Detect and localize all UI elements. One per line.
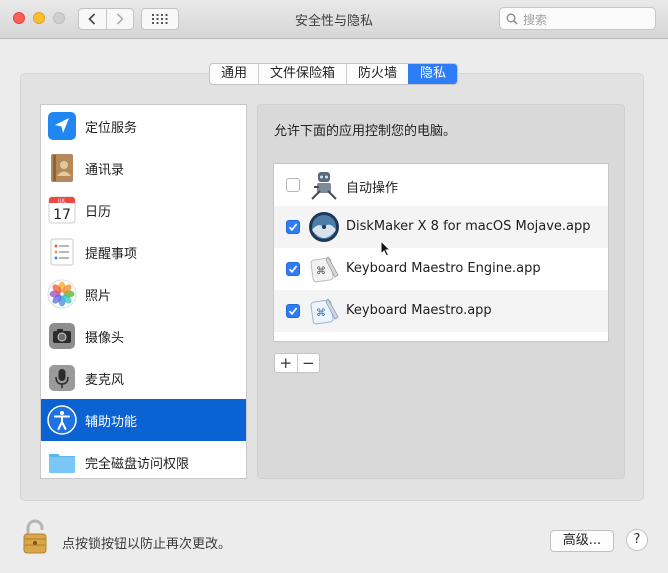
contacts-book-icon [51, 154, 73, 182]
checkmark-icon [288, 223, 298, 232]
title-bar: 安全性与隐私 搜索 [0, 0, 668, 39]
svg-text:⌘: ⌘ [316, 308, 326, 319]
sidebar-item-calendar[interactable]: JUL 17 日历 [41, 189, 246, 231]
sidebar-item-label: 辅助功能 [85, 415, 138, 430]
preferences-window: 安全性与隐私 搜索 通用 文件保险箱 防火墙 隐私 定位服务 通讯录 JUL 1… [0, 0, 668, 573]
app-list[interactable]: 自动操作 DiskMaker X 8 for macOS Mojave.app … [273, 163, 609, 342]
automator-robot-icon [311, 172, 337, 200]
lock-hint-text: 点按锁按钮以防止再次更改。 [62, 537, 232, 552]
app-name: Keyboard Maestro.app [346, 303, 492, 318]
help-button[interactable]: ? [626, 529, 648, 551]
sidebar-item-label: 通讯录 [85, 163, 125, 178]
sidebar-item-location[interactable]: 定位服务 [41, 105, 246, 147]
app-row-automator[interactable]: 自动操作 [274, 164, 608, 206]
folder-icon [49, 454, 75, 473]
advanced-button[interactable]: 高级... [550, 530, 614, 552]
mojave-disk-icon [309, 212, 339, 242]
app-name: Keyboard Maestro Engine.app [346, 261, 541, 276]
calendar-month: JUL [57, 199, 66, 205]
calendar-day: 17 [53, 207, 71, 223]
sidebar-item-label: 定位服务 [85, 121, 138, 136]
keyboard-maestro-engine-icon: ⌘ [310, 256, 339, 283]
mouse-pointer-icon [380, 240, 391, 257]
tab-firewall[interactable]: 防火墙 [346, 64, 408, 84]
checkmark-icon [288, 307, 298, 316]
sidebar-item-label: 完全磁盘访问权限 [85, 457, 190, 472]
app-row-keyboard-maestro-engine[interactable]: ⌘ Keyboard Maestro Engine.app [274, 248, 608, 290]
search-placeholder: 搜索 [523, 13, 548, 27]
location-arrow-icon [48, 112, 76, 140]
tab-privacy[interactable]: 隐私 [408, 64, 458, 84]
app-name: 自动操作 [346, 181, 399, 196]
app-checkbox[interactable] [286, 220, 300, 234]
microphone-icon [49, 365, 75, 391]
permission-description: 允许下面的应用控制您的电脑。 [274, 124, 457, 139]
search-field[interactable]: 搜索 [499, 7, 656, 30]
tab-general[interactable]: 通用 [210, 64, 258, 84]
sidebar-item-label: 照片 [85, 289, 112, 304]
remove-app-button[interactable]: − [296, 354, 320, 372]
privacy-category-list: 定位服务 通讯录 JUL 17 日历 提醒事项 照片 摄像头 麦克风 辅助功能 … [40, 104, 247, 479]
reminders-list-icon [50, 238, 74, 266]
sidebar-item-contacts[interactable]: 通讯录 [41, 147, 246, 189]
lock-icon[interactable] [20, 518, 54, 556]
app-name: DiskMaker X 8 for macOS Mojave.app [346, 219, 591, 234]
tab-bar: 通用 文件保险箱 防火墙 隐私 [209, 63, 459, 85]
keyboard-maestro-icon: ⌘ [310, 298, 339, 325]
app-row-keyboard-maestro[interactable]: ⌘ Keyboard Maestro.app [274, 290, 608, 332]
add-app-button[interactable]: + [275, 354, 297, 372]
add-remove-group: + − [274, 353, 320, 373]
app-checkbox[interactable] [286, 304, 300, 318]
camera-icon [49, 323, 75, 349]
sidebar-item-label: 麦克风 [85, 373, 125, 388]
checkmark-icon [288, 265, 298, 274]
sidebar-item-label: 摄像头 [85, 331, 125, 346]
sidebar-item-label: 日历 [85, 205, 112, 220]
sidebar-item-reminders[interactable]: 提醒事项 [41, 231, 246, 273]
accessibility-icon [47, 405, 77, 435]
calendar-icon: JUL 17 [48, 196, 76, 224]
tab-filevault[interactable]: 文件保险箱 [258, 64, 346, 84]
sidebar-item-accessibility[interactable]: 辅助功能 [41, 399, 246, 441]
app-checkbox[interactable] [286, 178, 300, 192]
sidebar-item-full-disk-access[interactable]: 完全磁盘访问权限 [41, 441, 246, 478]
photos-flower-icon [47, 279, 77, 309]
sidebar-item-photos[interactable]: 照片 [41, 273, 246, 315]
sidebar-item-camera[interactable]: 摄像头 [41, 315, 246, 357]
search-icon [506, 13, 518, 25]
app-checkbox[interactable] [286, 262, 300, 276]
sidebar-item-microphone[interactable]: 麦克风 [41, 357, 246, 399]
svg-text:⌘: ⌘ [316, 266, 326, 277]
sidebar-item-label: 提醒事项 [85, 247, 138, 262]
app-row-diskmaker[interactable]: DiskMaker X 8 for macOS Mojave.app [274, 206, 608, 248]
